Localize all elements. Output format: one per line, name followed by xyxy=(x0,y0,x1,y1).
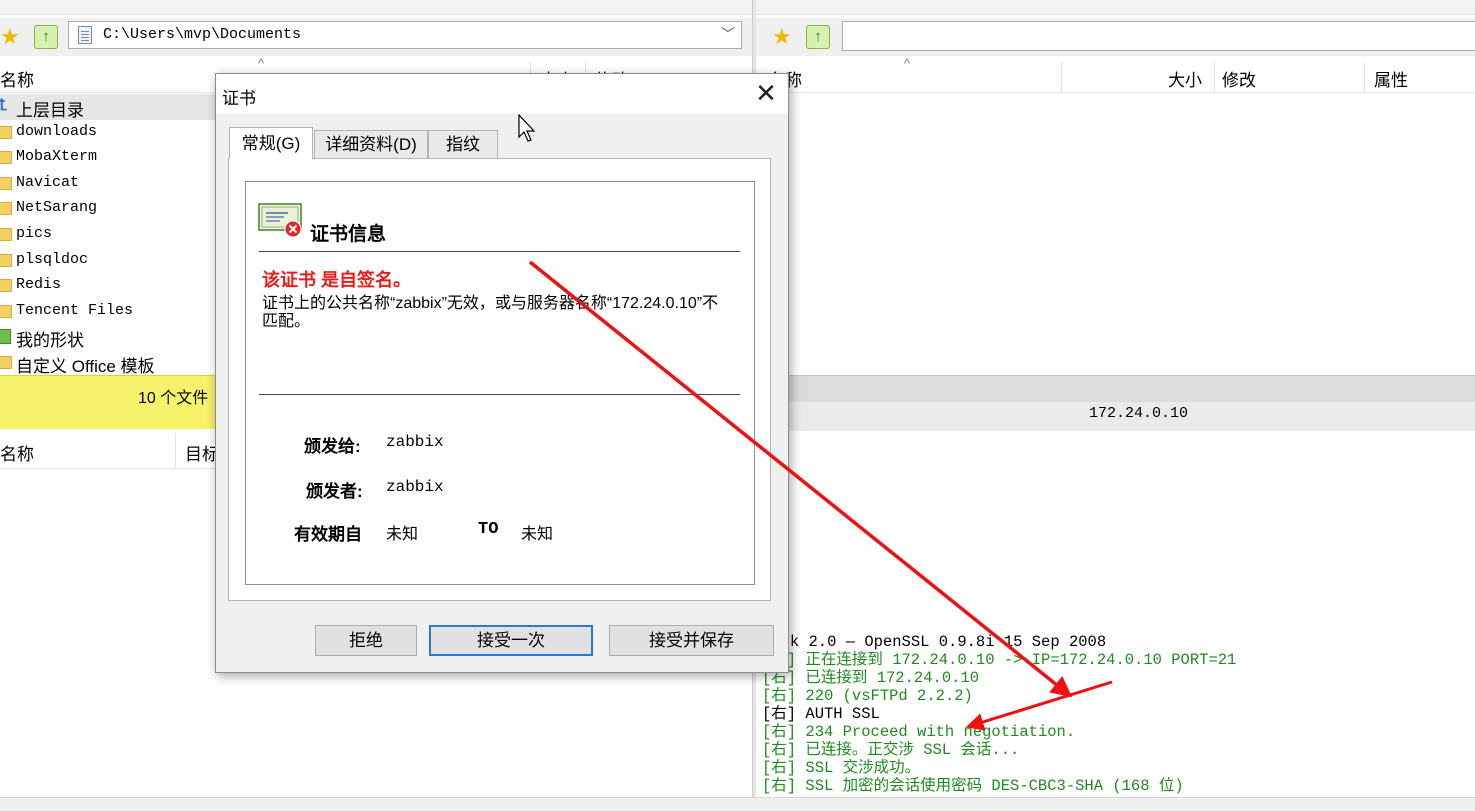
tab-general[interactable]: 常规(G) xyxy=(229,127,313,159)
annotation-overlay xyxy=(528,260,1113,731)
annotation-arrow xyxy=(528,260,1073,698)
annotation-arrow xyxy=(965,680,1113,731)
